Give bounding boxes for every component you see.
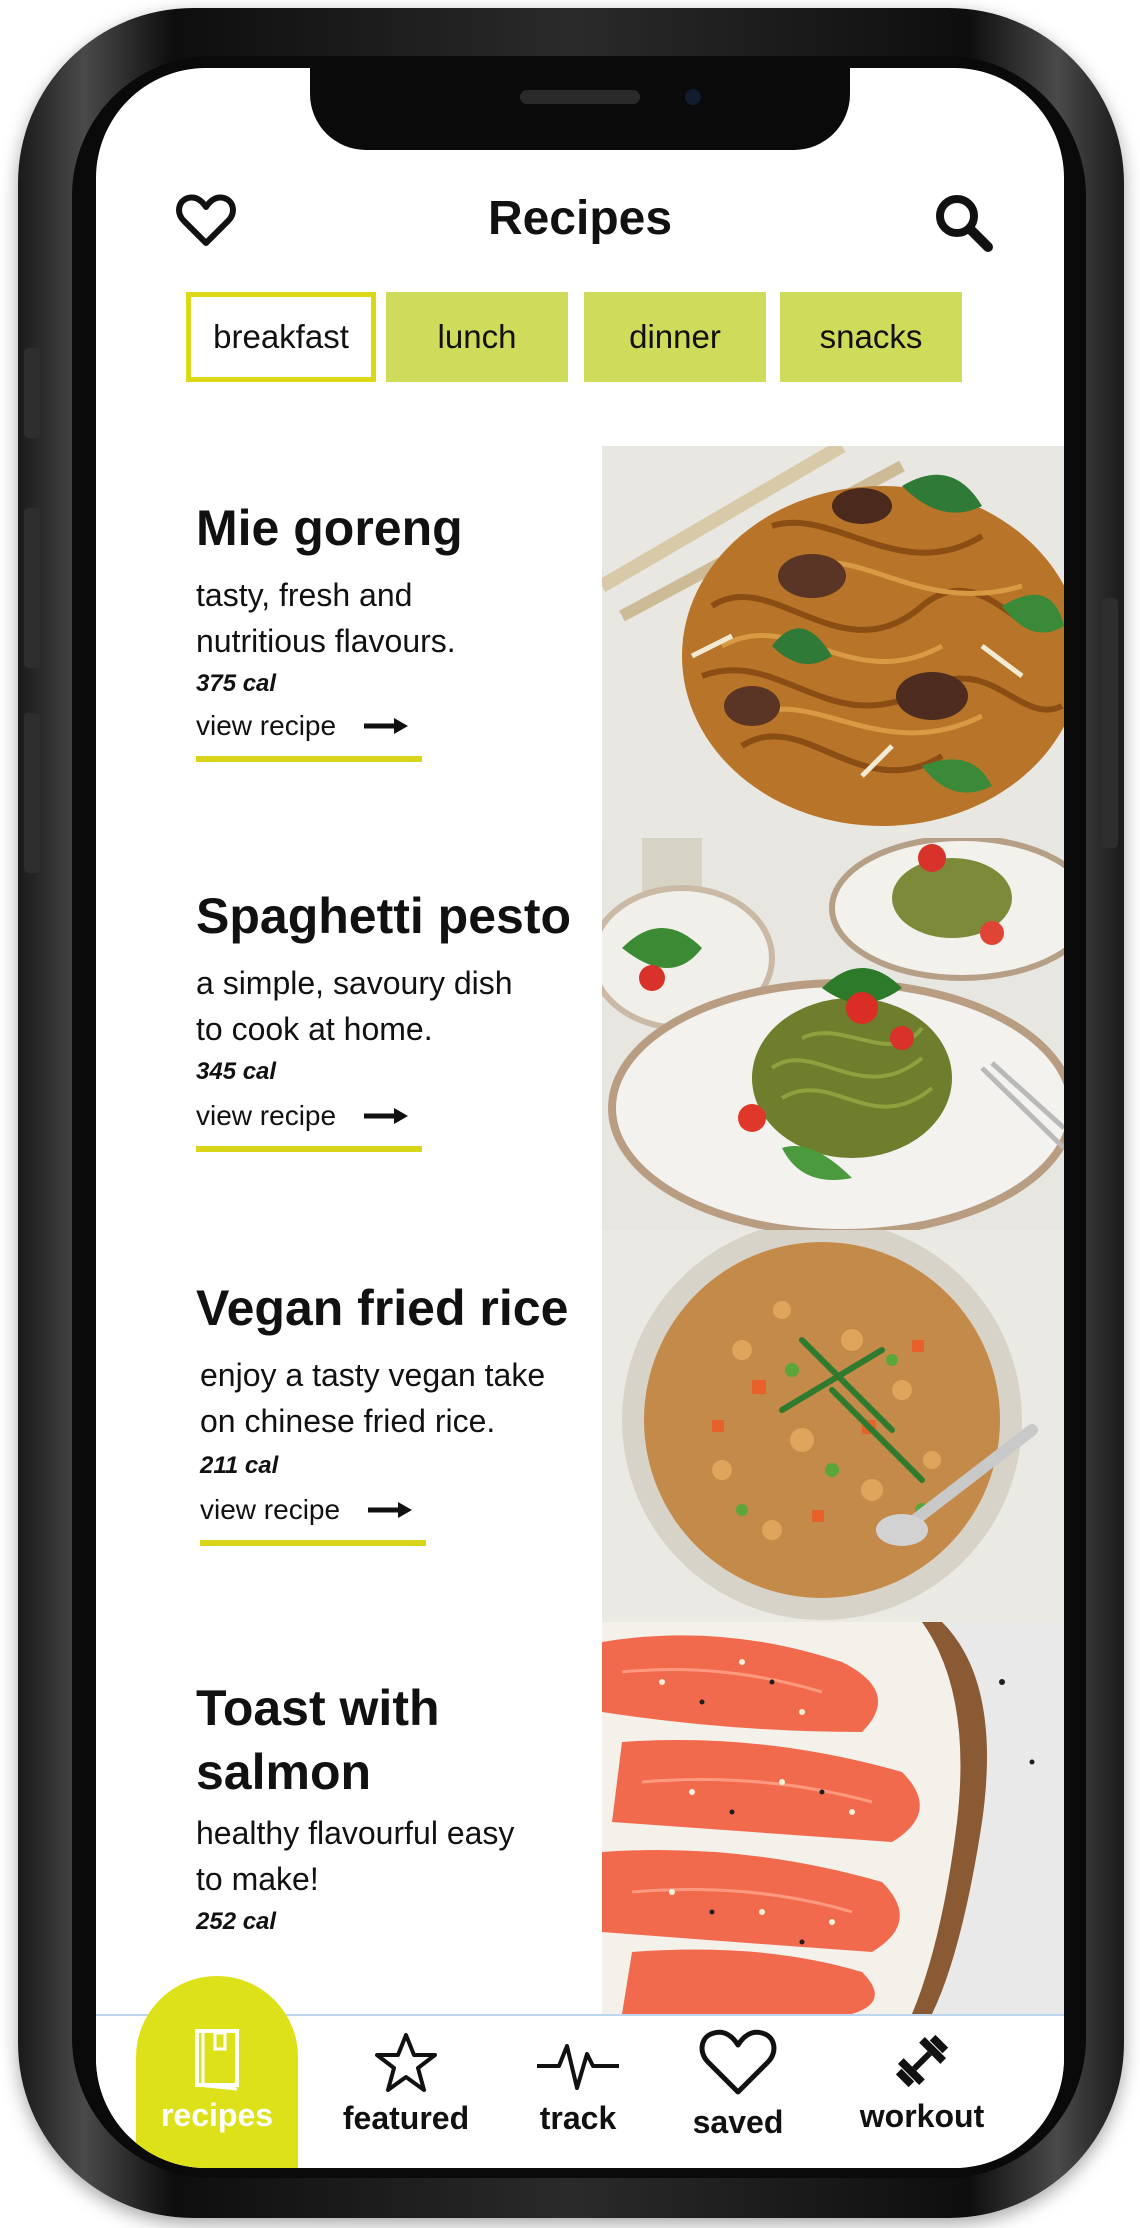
nav-recipes[interactable]: recipes: [136, 1976, 298, 2168]
nav-label: recipes: [160, 2096, 274, 2133]
volume-down-button: [24, 713, 40, 873]
recipe-calories: 345 cal: [196, 1058, 277, 1085]
volume-up-button: [24, 508, 40, 668]
heartbeat-icon: [537, 2044, 619, 2090]
view-recipe-link[interactable]: view recipe: [196, 1100, 410, 1132]
power-button: [1102, 598, 1118, 848]
view-recipe-link[interactable]: view recipe: [200, 1494, 414, 1526]
app-screen: Recipes breakfast lunch dinner snacks Mi…: [96, 68, 1064, 2168]
nav-label: workout: [859, 2098, 985, 2134]
front-camera: [680, 84, 706, 110]
tab-dinner[interactable]: dinner: [584, 292, 766, 382]
recipe-card: Vegan fried rice enjoy a tasty vegan tak…: [96, 1230, 1064, 1622]
recipe-title-line2: salmon: [196, 1744, 372, 1800]
search-icon[interactable]: [932, 191, 994, 253]
heart-icon: [699, 2029, 777, 2095]
recipe-title: Vegan fried rice: [196, 1280, 569, 1336]
page-title: Recipes: [487, 192, 673, 245]
recipe-card: Mie goreng tasty, fresh and nutritious f…: [96, 446, 1064, 838]
link-underline: [196, 756, 422, 762]
link-underline: [196, 1146, 422, 1152]
dumbbell-icon: [895, 2034, 949, 2088]
recipe-calories: 375 cal: [196, 670, 277, 697]
nav-featured[interactable]: featured: [306, 2016, 506, 2168]
recipe-title: Spaghetti pesto: [196, 888, 572, 944]
arrow-right-icon: [364, 1108, 409, 1124]
view-recipe-label: view recipe: [200, 1494, 341, 1525]
tab-lunch[interactable]: lunch: [386, 292, 568, 382]
arrow-right-icon: [368, 1502, 413, 1518]
recipe-description: healthy flavourful easy to make!: [196, 1815, 515, 1897]
recipe-card: Spaghetti pesto a simple, savoury dish t…: [96, 838, 1064, 1230]
recipe-calories: 252 cal: [196, 1908, 277, 1935]
nav-label: saved: [692, 2104, 784, 2140]
nav-saved[interactable]: saved: [658, 2016, 818, 2168]
app-header: Recipes: [96, 183, 1064, 273]
nav-track[interactable]: track: [494, 2016, 662, 2168]
notch: [310, 68, 850, 150]
view-recipe-label: view recipe: [196, 710, 337, 741]
vegan-fried-rice-photo[interactable]: [602, 1230, 1064, 1622]
spaghetti-pesto-photo[interactable]: [602, 838, 1064, 1230]
nav-label: featured: [342, 2100, 470, 2136]
mute-switch: [24, 348, 40, 438]
recipe-description: tasty, fresh and nutritious flavours.: [196, 577, 456, 659]
recipe-card: Toast with salmon healthy flavourful eas…: [96, 1622, 1064, 2014]
toast-salmon-photo[interactable]: [602, 1622, 1064, 2014]
recipe-title: Mie goreng: [196, 500, 463, 556]
recipe-description: enjoy a tasty vegan take on chinese frie…: [200, 1357, 546, 1439]
nav-workout[interactable]: workout: [816, 2016, 1028, 2168]
view-recipe-link[interactable]: view recipe: [196, 710, 410, 742]
link-underline: [200, 1540, 426, 1546]
speaker-grille: [520, 90, 640, 104]
star-icon: [375, 2033, 437, 2092]
recipe-title: Toast with: [196, 1680, 440, 1736]
book-icon: [195, 2028, 239, 2090]
arrow-right-icon: [364, 718, 409, 734]
tab-snacks[interactable]: snacks: [780, 292, 962, 382]
tab-breakfast[interactable]: breakfast: [186, 292, 376, 382]
mie-goreng-photo[interactable]: [602, 446, 1064, 838]
view-recipe-label: view recipe: [196, 1100, 337, 1131]
recipe-calories: 211 cal: [200, 1452, 279, 1479]
nav-label: track: [539, 2100, 617, 2136]
recipe-description: a simple, savoury dish to cook at home.: [196, 965, 513, 1047]
bottom-nav: recipes featured track saved workout: [96, 1976, 1064, 2168]
